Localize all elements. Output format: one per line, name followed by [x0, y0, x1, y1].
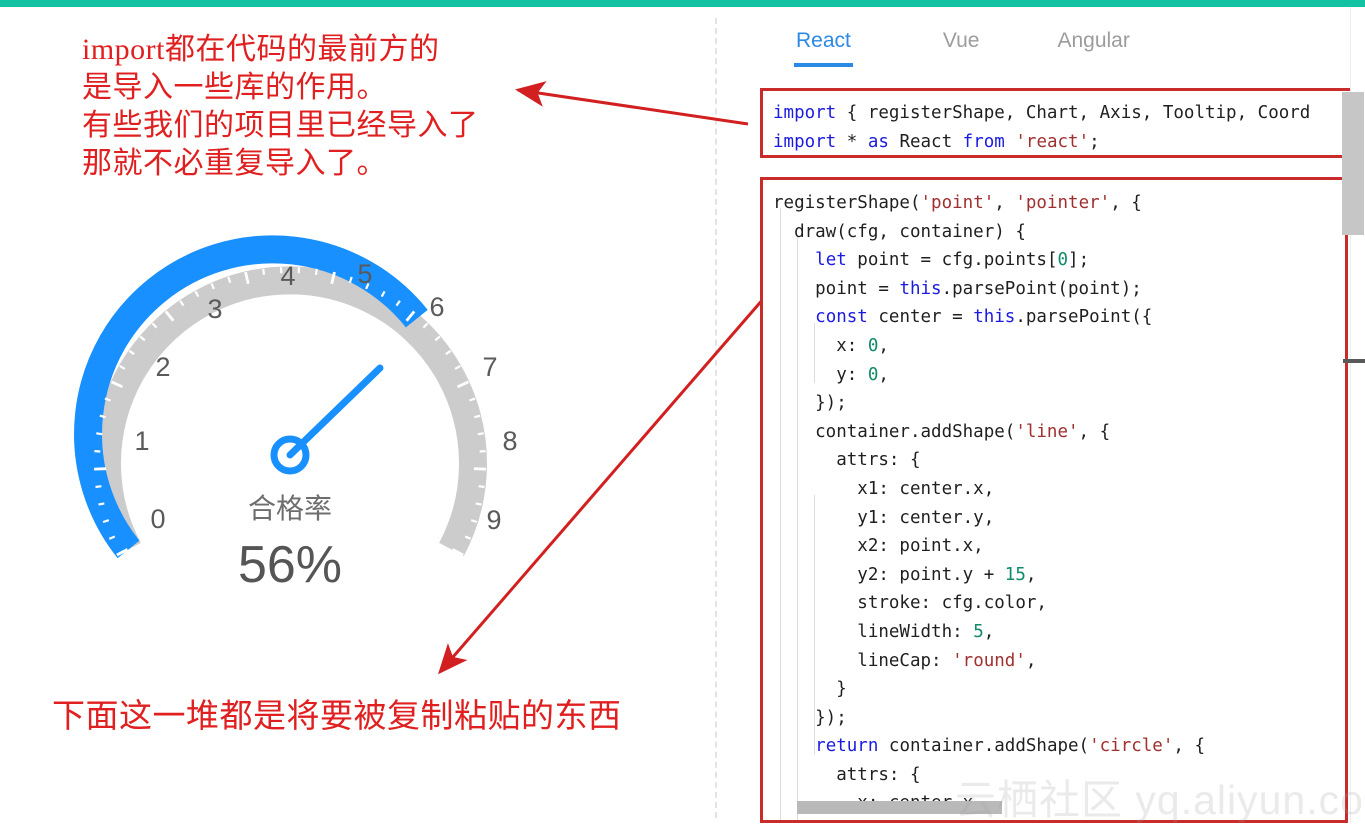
tab-angular-label: Angular — [1057, 29, 1130, 52]
gauge-tick-0: 0 — [150, 504, 165, 534]
gauge-tick — [478, 485, 485, 489]
gauge-tick-5: 5 — [357, 259, 372, 289]
gauge-tick — [262, 268, 266, 275]
code-imports-text: import { registerShape, Chart, Axis, Too… — [773, 103, 1311, 152]
gauge-tick — [314, 268, 318, 275]
gauge-needle — [270, 364, 384, 475]
gauge-tick-3: 3 — [207, 294, 222, 324]
tab-vue-label: Vue — [942, 29, 980, 52]
gauge-chart: 0 1 2 3 4 5 6 7 8 9 合格率 56% — [32, 215, 552, 615]
code-horizontal-scrollbar-thumb[interactable] — [797, 801, 1002, 814]
gauge-tick — [475, 502, 482, 506]
page-scrollbar-thumb[interactable] — [1342, 92, 1364, 235]
right-pane: React Vue Angular import { registerShape… — [730, 7, 1365, 824]
code-main-text: registerShape('point', 'pointer', { draw… — [773, 193, 1205, 813]
gauge-tick — [95, 485, 102, 489]
code-horizontal-scrollbar[interactable] — [797, 801, 1345, 814]
annotation-top-note: import都在代码的最前方的 是导入一些库的作用。 有些我们的项目里已经导入了… — [82, 33, 479, 180]
gauge-tick-4: 4 — [280, 261, 295, 291]
top-accent-bar — [0, 0, 1365, 7]
code-block-imports[interactable]: import { registerShape, Chart, Axis, Too… — [760, 88, 1357, 158]
gauge-value: 56% — [238, 536, 342, 594]
tab-react-label: React — [796, 29, 851, 52]
left-pane: import都在代码的最前方的 是导入一些库的作用。 有些我们的项目里已经导入了… — [0, 7, 715, 824]
indent-guide — [780, 208, 781, 820]
annotation-bottom-note: 下面这一堆都是将要被复制粘贴的东西 — [52, 699, 622, 735]
gauge-tick — [474, 414, 481, 419]
tab-vue[interactable]: Vue — [941, 25, 982, 67]
gauge-title: 合格率 — [248, 493, 332, 524]
gauge-tick-1: 1 — [134, 426, 149, 456]
pane-divider — [715, 18, 717, 818]
gauge-tick-6: 6 — [429, 292, 444, 322]
gauge-tick — [99, 414, 106, 419]
tab-angular[interactable]: Angular — [1055, 25, 1131, 67]
page-scrollbar[interactable] — [1342, 7, 1365, 824]
gauge-tick-8: 8 — [502, 426, 517, 456]
indent-guide — [797, 237, 798, 820]
indent-guide — [814, 495, 815, 755]
gauge-svg: 0 1 2 3 4 5 6 7 8 9 合格率 56% — [74, 235, 518, 594]
gauge-tick-2: 2 — [155, 352, 170, 382]
tab-react[interactable]: React — [794, 25, 853, 67]
page-root: import都在代码的最前方的 是导入一些库的作用。 有些我们的项目里已经导入了… — [0, 0, 1365, 824]
gauge-tick-7: 7 — [482, 352, 497, 382]
gauge-tick — [98, 502, 105, 506]
gauge-tick — [96, 432, 103, 436]
gauge-tick — [477, 432, 484, 436]
code-block-main[interactable]: registerShape('point', 'pointer', { draw… — [760, 177, 1348, 823]
framework-tabs: React Vue Angular — [730, 25, 1330, 77]
indent-guide — [814, 323, 815, 383]
gauge-tick-9: 9 — [486, 505, 501, 535]
page-scrollbar-marker — [1343, 359, 1365, 363]
